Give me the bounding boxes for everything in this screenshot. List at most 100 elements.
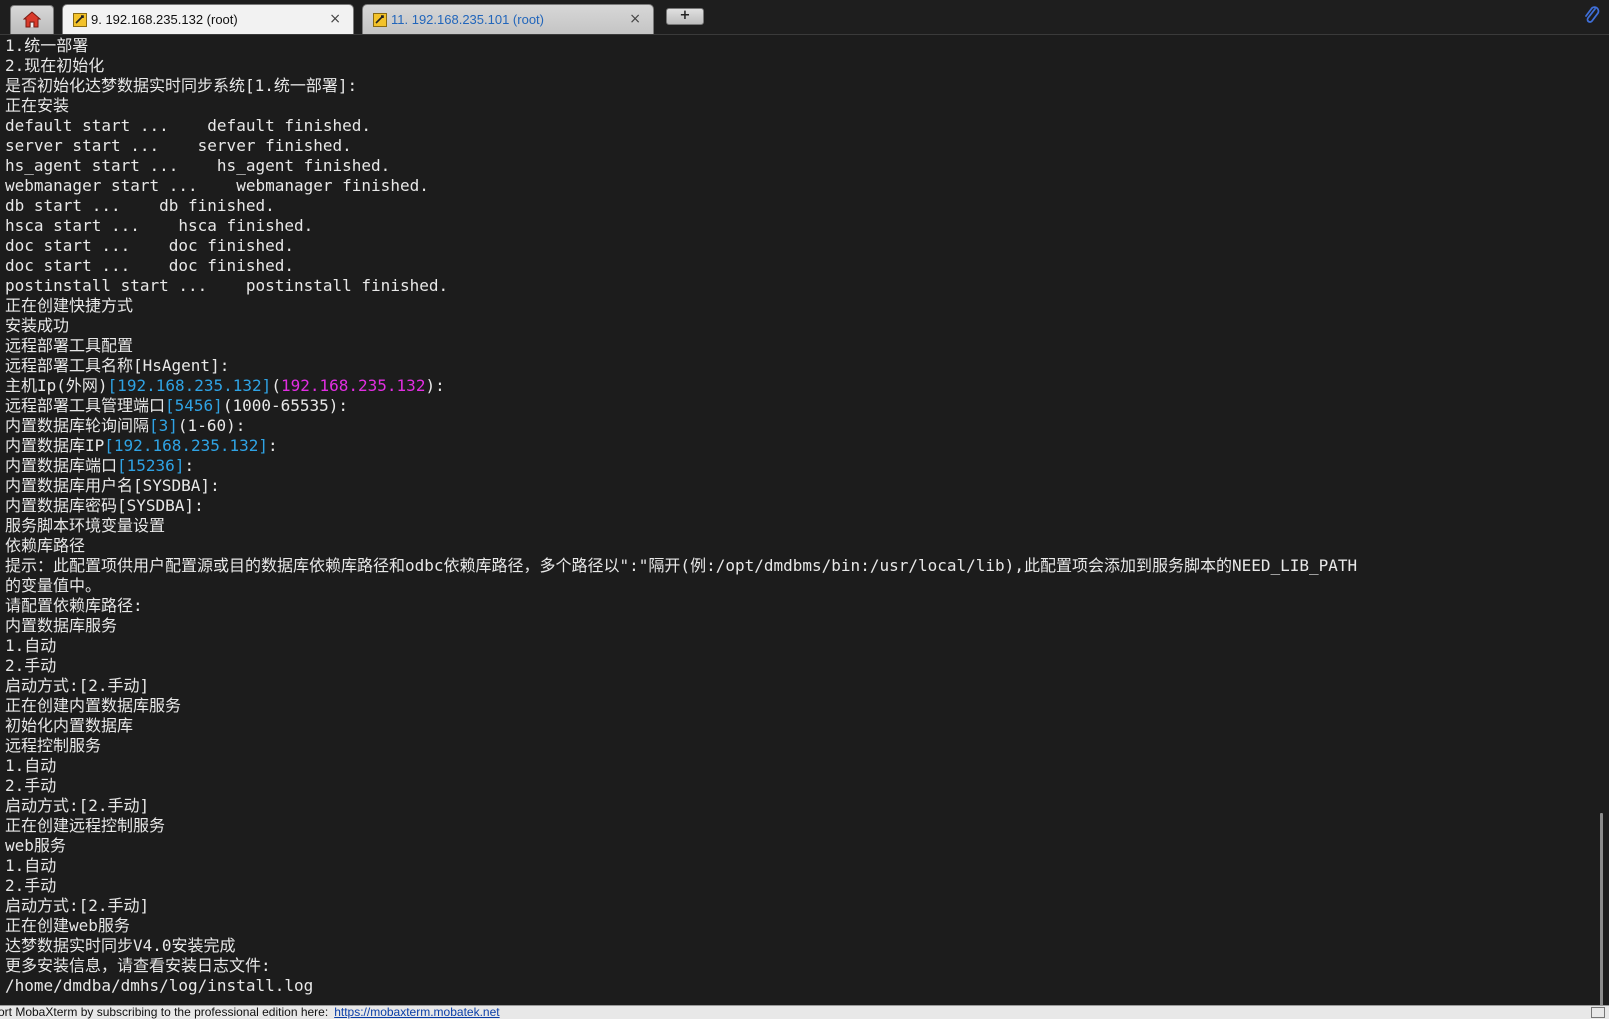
terminal-line: 内置数据库密码[SYSDBA]: — [5, 496, 1593, 516]
paperclip-icon[interactable] — [1583, 6, 1601, 26]
tab-label: 9. 192.168.235.132 (root) — [91, 12, 238, 27]
terminal-text-segment: 更多安装信息，请查看安装日志文件: — [5, 956, 271, 975]
status-message: ort MobaXterm by subscribing to the prof… — [0, 1005, 500, 1019]
terminal-text-segment: 内置数据库IP — [5, 436, 105, 455]
terminal-text-segment: 提示：此配置项供用户配置源或目的数据库依赖库路径和odbc依赖库路径，多个路径以… — [5, 556, 1358, 575]
terminal-text-segment: [5456] — [165, 396, 223, 415]
terminal-text-segment: 远程部署工具名称[HsAgent]: — [5, 356, 230, 375]
terminal-text-segment: 内置数据库服务 — [5, 616, 118, 635]
ssh-session-icon — [373, 13, 387, 27]
ssh-session-icon — [73, 13, 87, 27]
terminal-text-segment: doc start ... doc finished. — [5, 256, 294, 275]
terminal-text-segment: 1.自动 — [5, 856, 57, 875]
tab-bar: 9. 192.168.235.132 (root) × 11. 192.168.… — [0, 0, 1609, 35]
terminal-line: 2.现在初始化 — [5, 56, 1593, 76]
terminal-line: 远程部署工具配置 — [5, 336, 1593, 356]
terminal-line: hsca start ... hsca finished. — [5, 216, 1593, 236]
terminal-text-segment: ( — [271, 376, 281, 395]
terminal-text-segment: 1.统一部署 — [5, 36, 89, 55]
terminal-line: 安装成功 — [5, 316, 1593, 336]
terminal-line: 内置数据库用户名[SYSDBA]: — [5, 476, 1593, 496]
terminal-text-segment: 主机Ip(外网) — [5, 376, 108, 395]
terminal-line: 2.手动 — [5, 776, 1593, 796]
terminal-text-segment: 启动方式:[2.手动] — [5, 676, 150, 695]
vertical-scrollbar[interactable] — [1593, 35, 1609, 1009]
terminal-line: /home/dmdba/dmhs/log/install.log — [5, 976, 1593, 996]
terminal-line: 达梦数据实时同步V4.0安装完成 — [5, 936, 1593, 956]
terminal-text-segment: 内置数据库端口 — [5, 456, 118, 475]
terminal-text-segment: : — [184, 456, 195, 475]
tab-session-9[interactable]: 9. 192.168.235.132 (root) × — [62, 4, 354, 34]
tab-label: 11. 192.168.235.101 (root) — [391, 12, 544, 27]
terminal-text-segment: 安装成功 — [5, 316, 70, 335]
terminal-text-segment: db start ... db finished. — [5, 196, 275, 215]
terminal-text-segment: server start ... server finished. — [5, 136, 352, 155]
terminal-text-segment: 2.手动 — [5, 776, 57, 795]
terminal-line: 依赖库路径 — [5, 536, 1593, 556]
terminal-text-segment: 正在创建快捷方式 — [5, 296, 134, 315]
terminal-line: 内置数据库IP[192.168.235.132]: — [5, 436, 1593, 456]
terminal-text-segment: 远程部署工具配置 — [5, 336, 134, 355]
terminal-text-segment: 是否初始化达梦数据实时同步系统[1.统一部署]: — [5, 76, 358, 95]
terminal-line: 主机Ip(外网)[192.168.235.132](192.168.235.13… — [5, 376, 1593, 396]
terminal-text-segment: (1-60): — [177, 416, 246, 435]
terminal-text-segment: 正在创建内置数据库服务 — [5, 696, 182, 715]
terminal-line: 启动方式:[2.手动] — [5, 896, 1593, 916]
terminal-text-segment: 2.手动 — [5, 876, 57, 895]
tab-session-11[interactable]: 11. 192.168.235.101 (root) × — [362, 4, 654, 34]
terminal-line: 正在创建内置数据库服务 — [5, 696, 1593, 716]
status-text: ort MobaXterm by subscribing to the prof… — [0, 1005, 329, 1019]
terminal-line: 远程部署工具名称[HsAgent]: — [5, 356, 1593, 376]
terminal-line: 启动方式:[2.手动] — [5, 676, 1593, 696]
terminal-line: default start ... default finished. — [5, 116, 1593, 136]
terminal-text-segment: 内置数据库用户名[SYSDBA]: — [5, 476, 220, 495]
terminal-text-segment: 正在创建web服务 — [5, 916, 130, 935]
terminal-text-segment: : — [268, 436, 278, 455]
status-bar: ort MobaXterm by subscribing to the prof… — [0, 1005, 1609, 1019]
status-box — [1591, 1007, 1605, 1018]
terminal-line: 是否初始化达梦数据实时同步系统[1.统一部署]: — [5, 76, 1593, 96]
terminal-text-segment: [192.168.235.132] — [107, 376, 272, 395]
terminal-line: 1.自动 — [5, 756, 1593, 776]
terminal-line: postinstall start ... postinstall finish… — [5, 276, 1593, 296]
terminal-text-segment: web服务 — [5, 836, 66, 855]
terminal-line: doc start ... doc finished. — [5, 236, 1593, 256]
scrollbar-thumb[interactable] — [1600, 813, 1603, 1009]
terminal-text-segment: default start ... default finished. — [5, 116, 372, 135]
close-tab-icon[interactable]: × — [629, 11, 641, 27]
mobaxterm-link[interactable]: https://mobaxterm.mobatek.net — [334, 1006, 499, 1019]
terminal-text-segment: 请配置依赖库路径: — [5, 596, 143, 615]
terminal-text-segment: 远程控制服务 — [5, 736, 102, 755]
home-tab[interactable] — [10, 5, 54, 34]
terminal-line: 正在创建远程控制服务 — [5, 816, 1593, 836]
terminal-text-segment: 1.自动 — [5, 636, 57, 655]
terminal-text-segment: 的变量值中。 — [5, 576, 102, 595]
terminal-text-segment: /home/dmdba/dmhs/log/install.log — [5, 976, 314, 995]
terminal-text-segment: 正在安装 — [5, 96, 70, 115]
terminal-text-segment: (1000-65535): — [222, 396, 349, 415]
terminal-text-segment: 启动方式:[2.手动] — [5, 796, 150, 815]
close-tab-icon[interactable]: × — [329, 11, 341, 27]
terminal-line: 内置数据库轮询间隔[3](1-60): — [5, 416, 1593, 436]
new-tab-button[interactable]: + — [666, 8, 704, 25]
terminal-line: 初始化内置数据库 — [5, 716, 1593, 736]
home-icon — [23, 11, 41, 28]
terminal-text-segment: 2.手动 — [5, 656, 57, 675]
terminal-output[interactable]: 1.统一部署 2.现在初始化 是否初始化达梦数据实时同步系统[1.统一部署]: 正在安… — [0, 35, 1593, 1004]
terminal-line: 正在创建快捷方式 — [5, 296, 1593, 316]
terminal-text-segment: 192.168.235.132 — [280, 376, 426, 395]
terminal-line: hs_agent start ... hs_agent finished. — [5, 156, 1593, 176]
terminal-line: 1.自动 — [5, 856, 1593, 876]
terminal-text-segment: ): — [425, 376, 445, 395]
mobaxterm-window: 9. 192.168.235.132 (root) × 11. 192.168.… — [0, 0, 1609, 1019]
terminal-line: 的变量值中。 — [5, 576, 1593, 596]
terminal-text-segment: 远程部署工具管理端口 — [5, 396, 166, 415]
terminal-line: 远程控制服务 — [5, 736, 1593, 756]
terminal-text-segment: 内置数据库轮询间隔 — [5, 416, 150, 435]
terminal-text-segment: 初始化内置数据库 — [5, 716, 134, 735]
terminal-text-segment: 依赖库路径 — [5, 536, 86, 555]
terminal-text-segment: [192.168.235.132] — [104, 436, 269, 455]
terminal-line: 1.自动 — [5, 636, 1593, 656]
terminal-line: 请配置依赖库路径: — [5, 596, 1593, 616]
terminal-line: webmanager start ... webmanager finished… — [5, 176, 1593, 196]
